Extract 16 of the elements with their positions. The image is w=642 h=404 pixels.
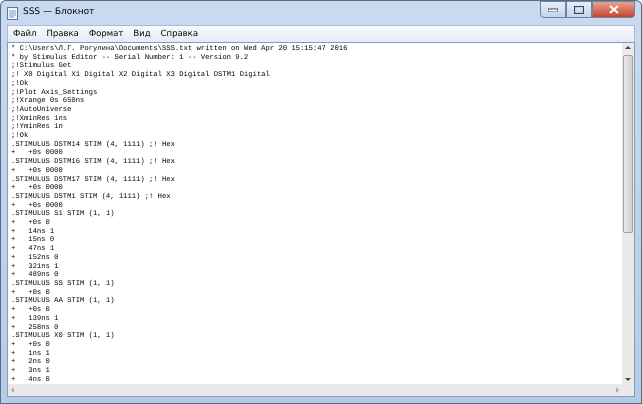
menu-item[interactable]: Вид bbox=[128, 28, 156, 40]
maximize-button[interactable] bbox=[566, 1, 592, 18]
scrollbar-thumb[interactable] bbox=[623, 55, 633, 233]
notepad-icon bbox=[7, 6, 18, 20]
minimize-button[interactable] bbox=[540, 1, 566, 18]
vertical-scrollbar[interactable] bbox=[622, 43, 634, 384]
menu-item[interactable]: Справка bbox=[156, 28, 204, 40]
menu-item[interactable]: Правка bbox=[41, 28, 84, 40]
menu-item[interactable]: Файл bbox=[8, 28, 42, 40]
maximize-icon bbox=[574, 6, 584, 14]
close-button[interactable] bbox=[592, 1, 635, 18]
window-title: SSS — Блокнот bbox=[23, 6, 94, 20]
menu-item[interactable]: Формат bbox=[84, 28, 128, 40]
minimize-icon bbox=[548, 8, 558, 12]
close-icon bbox=[608, 5, 618, 14]
horizontal-scrollbar[interactable] bbox=[8, 384, 622, 396]
